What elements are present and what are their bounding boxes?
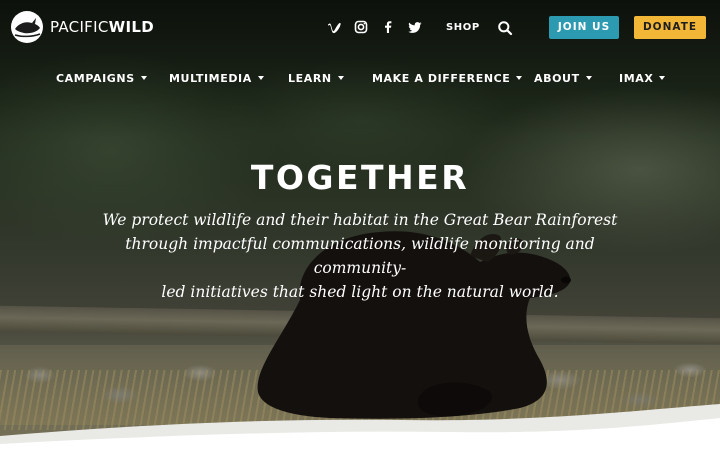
twitter-link[interactable] <box>407 19 423 35</box>
nav-label-multimedia: MULTIMEDIA <box>169 72 252 85</box>
nav-label-make-a-difference: MAKE A DIFFERENCE <box>372 72 511 85</box>
nav-item-imax[interactable]: IMAX <box>619 72 666 85</box>
shop-link[interactable]: SHOP <box>446 22 480 33</box>
nav-label-campaigns: CAMPAIGNS <box>56 72 135 85</box>
logo-circle-icon <box>11 11 43 43</box>
caret-down-icon <box>516 76 523 80</box>
social-links <box>326 19 434 35</box>
nav-label-about: ABOUT <box>534 72 580 85</box>
search-icon <box>498 21 513 36</box>
instagram-link[interactable] <box>353 19 369 35</box>
vimeo-link[interactable] <box>326 19 342 35</box>
donate-button[interactable]: DONATE <box>634 16 706 39</box>
search-button[interactable] <box>497 20 513 36</box>
brand-name: PACIFICWILD <box>50 18 154 36</box>
hero-headline: TOGETHER <box>250 158 470 197</box>
brand-name-light: PACIFIC <box>50 18 109 36</box>
nav-label-imax: IMAX <box>619 72 654 85</box>
nav-item-make-a-difference[interactable]: MAKE A DIFFERENCE <box>372 72 523 85</box>
tagline-line-2: through impactful communications, wildli… <box>125 235 595 277</box>
hero-section: PACIFICWILD SHOP JOIN US DONATE CAMPAIGN… <box>0 0 720 450</box>
bottom-wave-divider <box>0 404 720 450</box>
caret-down-icon <box>140 76 147 80</box>
instagram-icon <box>354 20 368 34</box>
caret-down-icon <box>585 76 592 80</box>
nav-label-learn: LEARN <box>288 72 332 85</box>
brand-name-bold: WILD <box>108 18 154 36</box>
caret-down-icon <box>337 76 344 80</box>
facebook-icon <box>385 21 392 33</box>
nav-item-campaigns[interactable]: CAMPAIGNS <box>56 72 147 85</box>
tagline-line-1: We protect wildlife and their habitat in… <box>102 211 618 229</box>
main-nav: CAMPAIGNS MULTIMEDIA LEARN MAKE A DIFFER… <box>0 72 720 88</box>
vimeo-icon <box>328 22 341 34</box>
join-us-button[interactable]: JOIN US <box>549 16 619 39</box>
brand-logo-link[interactable]: PACIFICWILD <box>10 10 154 44</box>
caret-down-icon <box>659 76 666 80</box>
facebook-link[interactable] <box>380 19 396 35</box>
twitter-icon <box>408 22 422 33</box>
tagline-line-3: led initiatives that shed light on the n… <box>161 283 559 301</box>
nav-item-about[interactable]: ABOUT <box>534 72 592 85</box>
hero-tagline: We protect wildlife and their habitat in… <box>90 208 630 304</box>
caret-down-icon <box>257 76 264 80</box>
nav-item-multimedia[interactable]: MULTIMEDIA <box>169 72 264 85</box>
nav-item-learn[interactable]: LEARN <box>288 72 344 85</box>
